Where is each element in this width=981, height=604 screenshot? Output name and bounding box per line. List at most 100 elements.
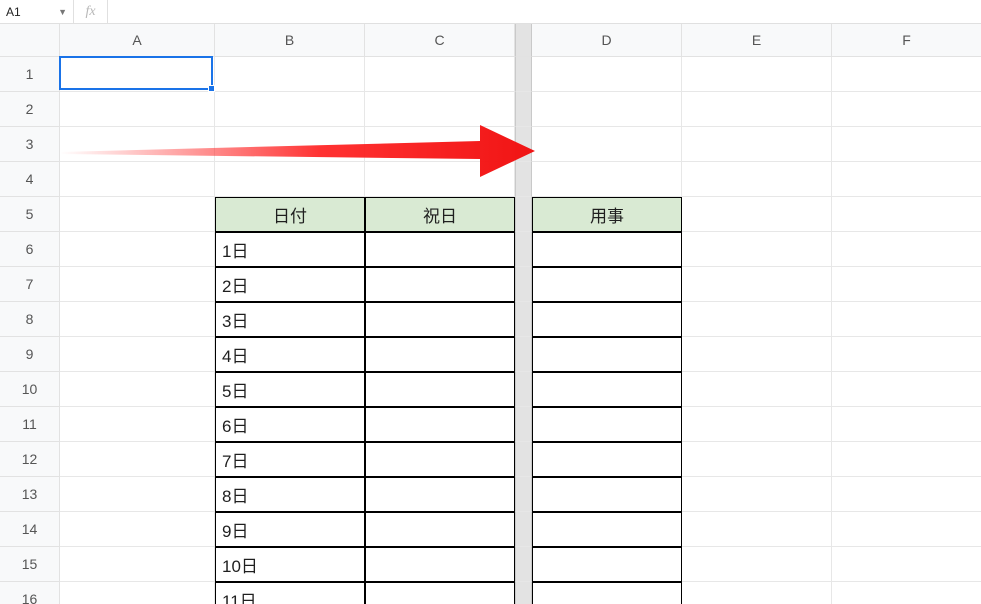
cell-A2[interactable] (60, 92, 215, 127)
gap-cell[interactable] (515, 197, 532, 232)
cell-F9[interactable] (832, 337, 981, 372)
cell-D5[interactable]: 用事 (532, 197, 682, 232)
cell-F4[interactable] (832, 162, 981, 197)
cell-A10[interactable] (60, 372, 215, 407)
column-header-A[interactable]: A (60, 24, 215, 57)
cell-B14[interactable]: 9日 (215, 512, 365, 547)
cell-D9[interactable] (532, 337, 682, 372)
cell-F10[interactable] (832, 372, 981, 407)
row-header-9[interactable]: 9 (0, 337, 60, 372)
cell-A4[interactable] (60, 162, 215, 197)
row-header-8[interactable]: 8 (0, 302, 60, 337)
row-header-2[interactable]: 2 (0, 92, 60, 127)
column-header-E[interactable]: E (682, 24, 832, 57)
cell-A16[interactable] (60, 582, 215, 604)
cell-A15[interactable] (60, 547, 215, 582)
cell-A8[interactable] (60, 302, 215, 337)
cell-E11[interactable] (682, 407, 832, 442)
cell-C6[interactable] (365, 232, 515, 267)
cell-E9[interactable] (682, 337, 832, 372)
gap-cell[interactable] (515, 442, 532, 477)
row-header-7[interactable]: 7 (0, 267, 60, 302)
column-header-F[interactable]: F (832, 24, 981, 57)
cell-E16[interactable] (682, 582, 832, 604)
cell-D12[interactable] (532, 442, 682, 477)
cell-C8[interactable] (365, 302, 515, 337)
row-header-12[interactable]: 12 (0, 442, 60, 477)
cell-C10[interactable] (365, 372, 515, 407)
cell-F2[interactable] (832, 92, 981, 127)
row-header-6[interactable]: 6 (0, 232, 60, 267)
cell-D1[interactable] (532, 57, 682, 92)
cell-C13[interactable] (365, 477, 515, 512)
cell-C9[interactable] (365, 337, 515, 372)
cell-E5[interactable] (682, 197, 832, 232)
cell-E1[interactable] (682, 57, 832, 92)
cell-F15[interactable] (832, 547, 981, 582)
cell-F5[interactable] (832, 197, 981, 232)
cell-D11[interactable] (532, 407, 682, 442)
gap-cell[interactable] (515, 547, 532, 582)
row-header-15[interactable]: 15 (0, 547, 60, 582)
gap-cell[interactable] (515, 57, 532, 92)
cell-E7[interactable] (682, 267, 832, 302)
row-header-10[interactable]: 10 (0, 372, 60, 407)
cell-B15[interactable]: 10日 (215, 547, 365, 582)
cell-D15[interactable] (532, 547, 682, 582)
cell-B9[interactable]: 4日 (215, 337, 365, 372)
cell-A12[interactable] (60, 442, 215, 477)
cell-E12[interactable] (682, 442, 832, 477)
cell-E4[interactable] (682, 162, 832, 197)
cell-E10[interactable] (682, 372, 832, 407)
column-header-C[interactable]: C (365, 24, 515, 57)
cell-B8[interactable]: 3日 (215, 302, 365, 337)
cell-D10[interactable] (532, 372, 682, 407)
gap-cell[interactable] (515, 337, 532, 372)
cell-F3[interactable] (832, 127, 981, 162)
cell-A14[interactable] (60, 512, 215, 547)
cell-C1[interactable] (365, 57, 515, 92)
cell-A5[interactable] (60, 197, 215, 232)
cell-E14[interactable] (682, 512, 832, 547)
row-header-1[interactable]: 1 (0, 57, 60, 92)
column-header-D[interactable]: D (532, 24, 682, 57)
cell-E6[interactable] (682, 232, 832, 267)
cell-B4[interactable] (215, 162, 365, 197)
gap-cell[interactable] (515, 477, 532, 512)
cell-E3[interactable] (682, 127, 832, 162)
cell-E13[interactable] (682, 477, 832, 512)
cell-F7[interactable] (832, 267, 981, 302)
cell-B7[interactable]: 2日 (215, 267, 365, 302)
cell-E8[interactable] (682, 302, 832, 337)
row-header-3[interactable]: 3 (0, 127, 60, 162)
cell-B10[interactable]: 5日 (215, 372, 365, 407)
cell-D8[interactable] (532, 302, 682, 337)
cell-C11[interactable] (365, 407, 515, 442)
cell-B6[interactable]: 1日 (215, 232, 365, 267)
cell-F11[interactable] (832, 407, 981, 442)
cell-C7[interactable] (365, 267, 515, 302)
column-header-B[interactable]: B (215, 24, 365, 57)
cell-F12[interactable] (832, 442, 981, 477)
cell-A13[interactable] (60, 477, 215, 512)
cell-D7[interactable] (532, 267, 682, 302)
cell-F14[interactable] (832, 512, 981, 547)
row-header-4[interactable]: 4 (0, 162, 60, 197)
cell-B12[interactable]: 7日 (215, 442, 365, 477)
cell-E15[interactable] (682, 547, 832, 582)
cell-B2[interactable] (215, 92, 365, 127)
cell-C3[interactable] (365, 127, 515, 162)
gap-cell[interactable] (515, 372, 532, 407)
gap-cell[interactable] (515, 512, 532, 547)
cell-E2[interactable] (682, 92, 832, 127)
cell-A11[interactable] (60, 407, 215, 442)
cell-D6[interactable] (532, 232, 682, 267)
cell-C15[interactable] (365, 547, 515, 582)
cell-B13[interactable]: 8日 (215, 477, 365, 512)
cell-A7[interactable] (60, 267, 215, 302)
cell-B1[interactable] (215, 57, 365, 92)
row-header-13[interactable]: 13 (0, 477, 60, 512)
gap-cell[interactable] (515, 162, 532, 197)
row-header-11[interactable]: 11 (0, 407, 60, 442)
gap-cell[interactable] (515, 302, 532, 337)
